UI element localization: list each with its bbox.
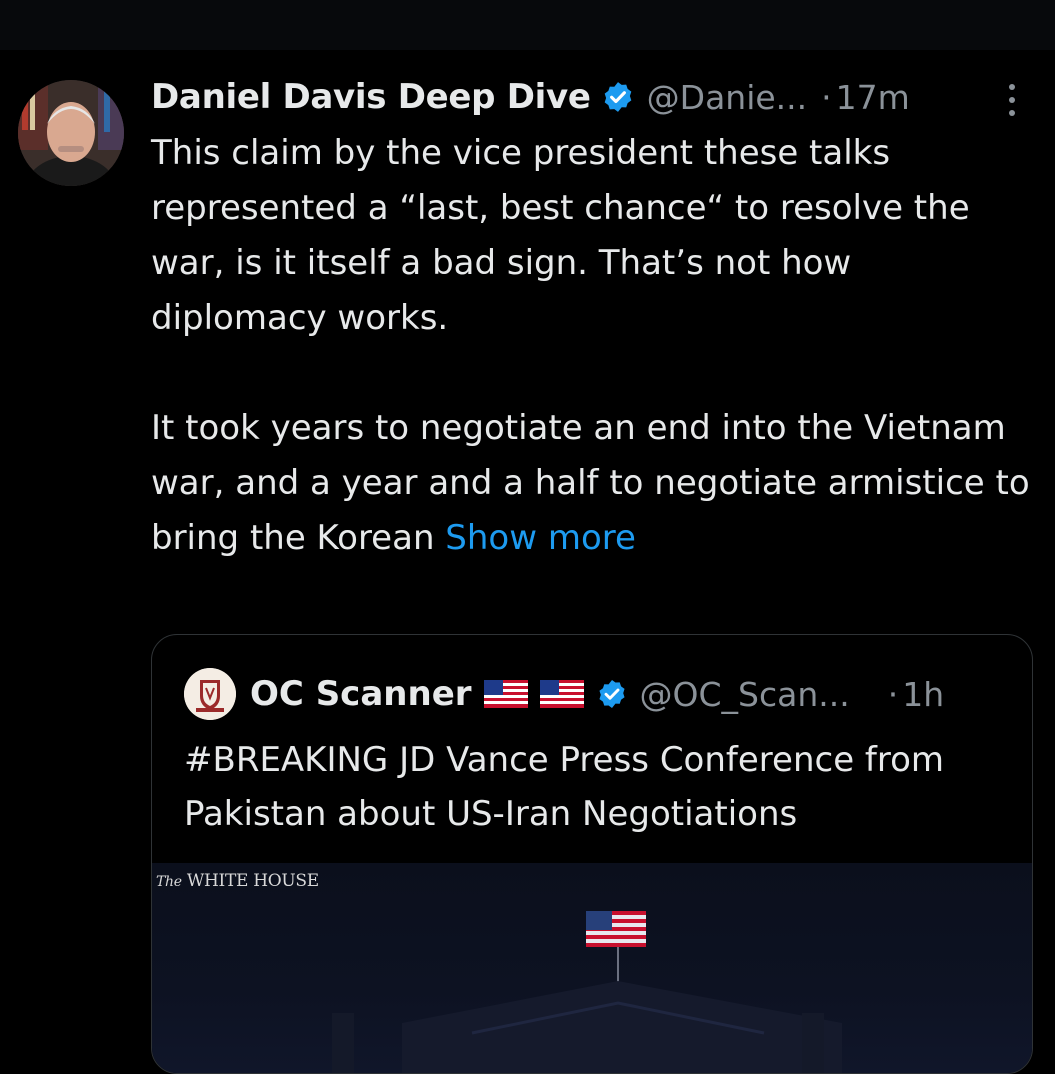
media-caption: The WHITE HOUSE [156, 871, 319, 891]
author-name[interactable]: Daniel Davis Deep Dive [151, 77, 591, 117]
tweet-body: This claim by the vice president these t… [151, 126, 1031, 566]
verified-badge-icon [601, 80, 635, 114]
tweet-paragraph-1: This claim by the vice president these t… [151, 133, 981, 338]
author-photo [18, 80, 124, 186]
quoted-tweet-text: #BREAKING JD Vance Press Conference from… [184, 740, 945, 834]
quoted-tweet-card[interactable]: OC Scanner @OC_Scan... · 1h #BREAKING JD… [151, 634, 1033, 1074]
us-flag-icon [539, 680, 584, 708]
top-bar [0, 0, 1055, 50]
author-handle[interactable]: @Danie... [647, 78, 808, 117]
separator-dot: · [821, 77, 832, 117]
white-house-scene [332, 911, 842, 1073]
separator-dot: · [887, 674, 899, 714]
us-flag-icon [483, 680, 528, 708]
author-avatar[interactable] [18, 80, 124, 186]
tweet-timestamp[interactable]: 17m [836, 78, 910, 117]
tweet-header: Daniel Davis Deep Dive @Danie... · 17m [151, 72, 1031, 122]
verified-badge-icon [596, 678, 628, 710]
quoted-tweet-media[interactable]: The WHITE HOUSE [152, 863, 1032, 1073]
quoted-author-handle[interactable]: @OC_Scan... [640, 675, 850, 714]
quoted-author-name[interactable]: OC Scanner [250, 674, 472, 714]
show-more-link[interactable]: Show more [445, 518, 636, 558]
quoted-author-avatar[interactable] [184, 668, 236, 720]
quoted-tweet-timestamp[interactable]: 1h [902, 675, 944, 714]
more-vertical-icon[interactable] [997, 80, 1027, 120]
quoted-tweet-header: OC Scanner @OC_Scan... · 1h [184, 668, 1014, 720]
